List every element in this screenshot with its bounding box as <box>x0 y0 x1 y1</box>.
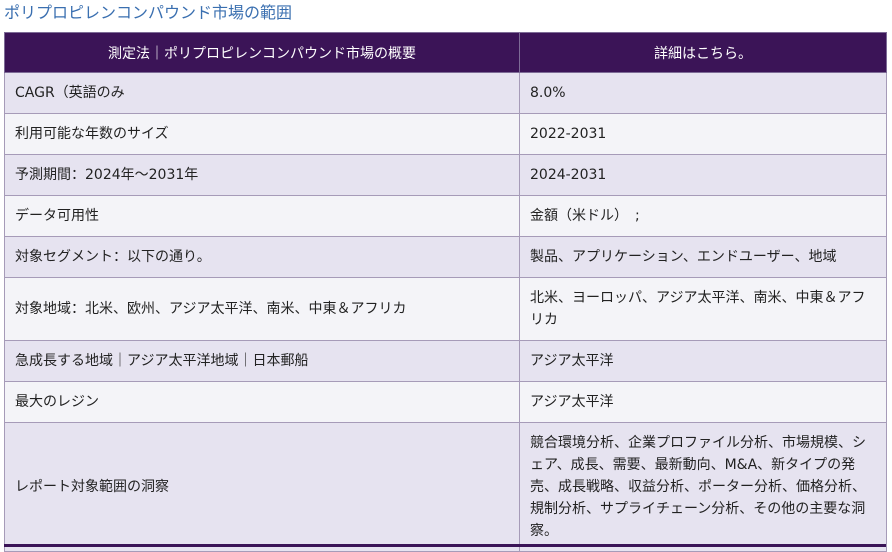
table-header-row: 測定法｜ポリプロピレンコンパウンド市場の概要 詳細はこちら。 <box>4 32 887 73</box>
table-row: レポート対象範囲の洞察 競合環境分析、企業プロファイル分析、市場規模、シェア、成… <box>4 422 887 552</box>
row-value: 2024-2031 <box>519 154 887 196</box>
page-title: ポリプロピレンコンパウンド市場の範囲 <box>4 3 293 22</box>
table-row: データ可用性 金額（米ドル） ; <box>4 195 887 237</box>
table-row: 対象地域：北米、欧州、アジア太平洋、南米、中東＆アフリカ 北米、ヨーロッパ、アジ… <box>4 277 887 341</box>
row-label: 対象地域：北米、欧州、アジア太平洋、南米、中東＆アフリカ <box>4 277 520 341</box>
row-value: 金額（米ドル） ; <box>519 195 887 237</box>
row-label: レポート対象範囲の洞察 <box>4 422 520 552</box>
table-row: 予測期間：2024年～2031年 2024-2031 <box>4 154 887 196</box>
row-value: アジア太平洋 <box>519 381 887 423</box>
row-label: 予測期間：2024年～2031年 <box>4 154 520 196</box>
table-row: 対象セグメント：以下の通り。 製品、アプリケーション、エンドユーザー、地域 <box>4 236 887 278</box>
header-details: 詳細はこちら。 <box>519 32 887 73</box>
row-value: 競合環境分析、企業プロファイル分析、市場規模、シェア、成長、需要、最新動向、M&… <box>519 422 887 552</box>
table-row: 急成長する地域｜アジア太平洋地域｜日本郵船 アジア太平洋 <box>4 340 887 382</box>
row-label: データ可用性 <box>4 195 520 237</box>
row-label: 急成長する地域｜アジア太平洋地域｜日本郵船 <box>4 340 520 382</box>
row-label: CAGR（英語のみ <box>4 72 520 114</box>
row-label: 利用可能な年数のサイズ <box>4 113 520 155</box>
header-measurement: 測定法｜ポリプロピレンコンパウンド市場の概要 <box>4 32 520 73</box>
row-label: 最大のレジン <box>4 381 520 423</box>
row-value: アジア太平洋 <box>519 340 887 382</box>
row-value: 北米、ヨーロッパ、アジア太平洋、南米、中東＆アフリカ <box>519 277 887 341</box>
row-label: 対象セグメント：以下の通り。 <box>4 236 520 278</box>
market-scope-table: 測定法｜ポリプロピレンコンパウンド市場の概要 詳細はこちら。 CAGR（英語のみ… <box>4 32 887 552</box>
table-row: 利用可能な年数のサイズ 2022-2031 <box>4 113 887 155</box>
row-value: 8.0% <box>519 72 887 114</box>
row-value: 2022-2031 <box>519 113 887 155</box>
table-row: 最大のレジン アジア太平洋 <box>4 381 887 423</box>
table-row: CAGR（英語のみ 8.0% <box>4 72 887 114</box>
row-value: 製品、アプリケーション、エンドユーザー、地域 <box>519 236 887 278</box>
